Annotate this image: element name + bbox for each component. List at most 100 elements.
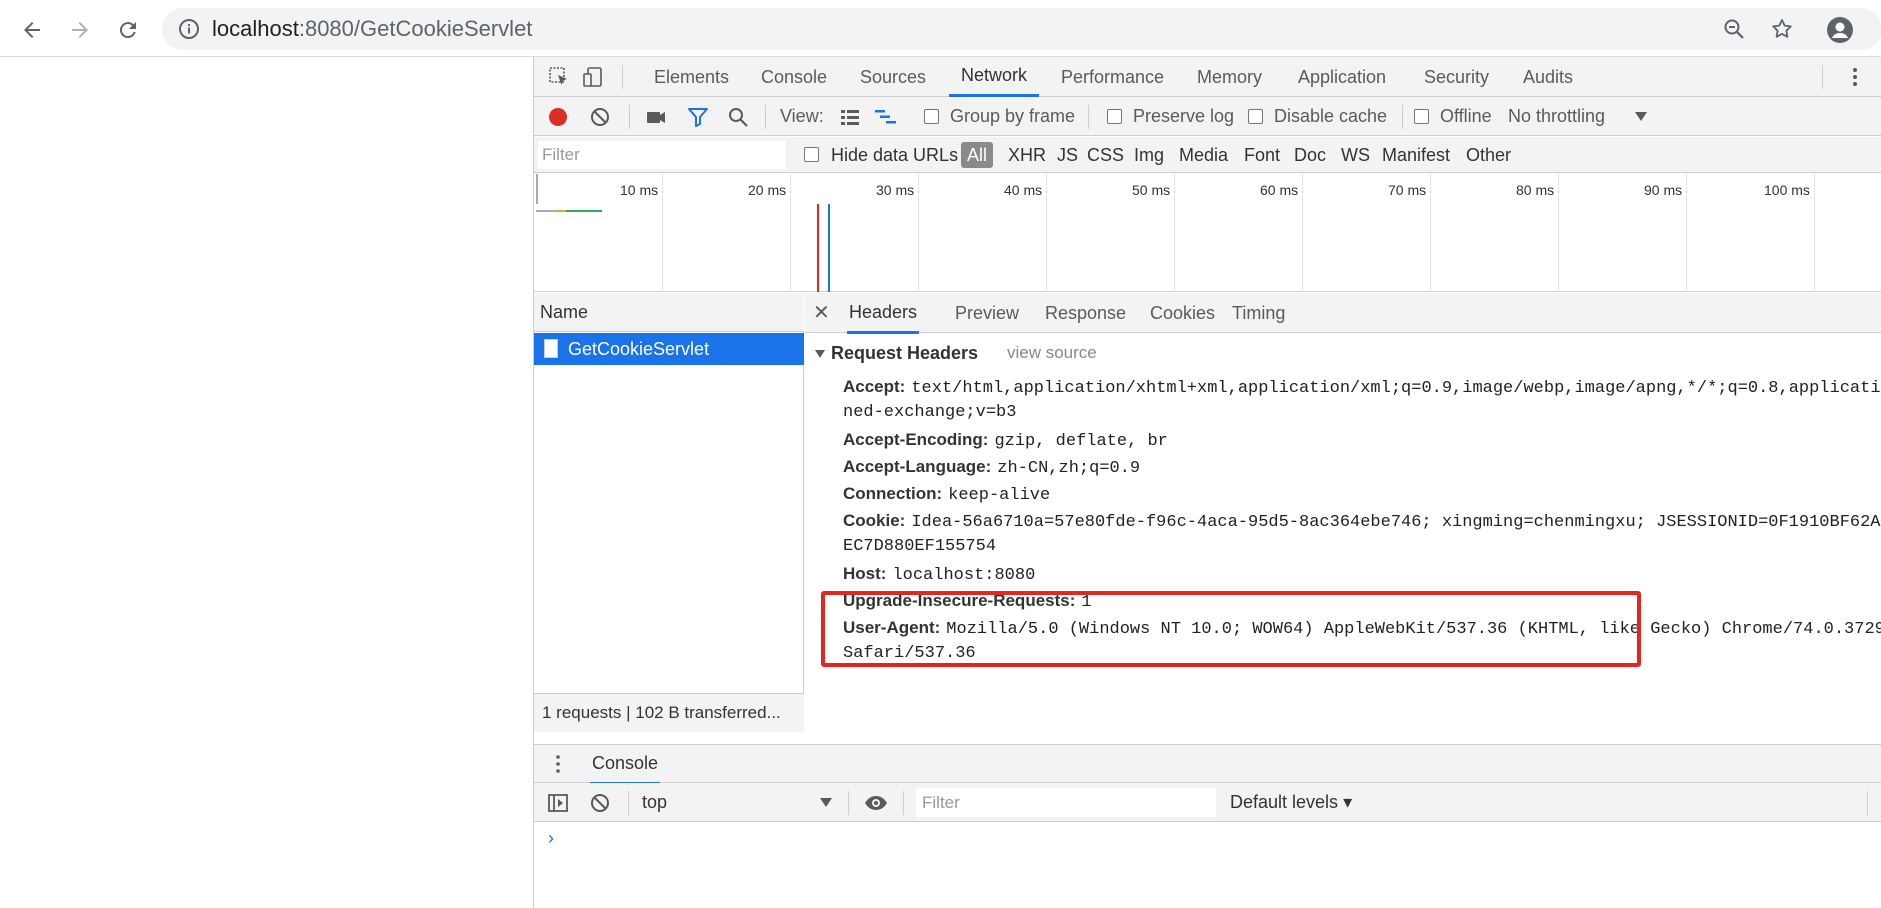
arrow-right-icon (72, 22, 88, 38)
tab-response[interactable]: Response (1045, 293, 1126, 333)
console-prompt[interactable]: › (548, 828, 554, 849)
tab-application[interactable]: Application (1298, 57, 1386, 97)
profile-avatar-icon[interactable] (1820, 10, 1860, 50)
overview-tick-label: 50 ms (1132, 182, 1171, 198)
overview-tick-label: 20 ms (748, 182, 787, 198)
info-icon[interactable] (178, 18, 200, 45)
tab-timing[interactable]: Timing (1232, 293, 1285, 333)
overview-bar-download (566, 210, 602, 212)
header-accept: Accept: text/html,application/xhtml+xml,a… (843, 377, 1881, 398)
overview-tick-label: 10 ms (620, 182, 659, 198)
filter-type-doc[interactable]: Doc (1294, 137, 1326, 173)
tab-cookies[interactable]: Cookies (1150, 293, 1215, 333)
clear-console-icon[interactable] (586, 789, 614, 817)
overview-tick-label: 30 ms (876, 182, 915, 198)
context-select[interactable]: top (642, 783, 667, 822)
overview-bar-queue (536, 210, 556, 212)
device-toolbar-icon[interactable] (579, 63, 607, 91)
divider (622, 65, 623, 89)
console-filter-input[interactable]: Filter (916, 788, 1216, 817)
overview-grid-line (1814, 174, 1815, 292)
offline-checkbox[interactable] (1414, 109, 1429, 124)
group-by-frame-label: Group by frame (950, 106, 1076, 126)
hide-data-urls-checkbox[interactable] (804, 147, 819, 162)
throttling-select[interactable]: No throttling (1508, 97, 1605, 136)
clear-icon[interactable] (586, 103, 614, 131)
list-view-icon[interactable] (836, 103, 864, 131)
request-headers-toggle[interactable]: Request Headers (815, 343, 978, 364)
filter-input[interactable]: Filter (538, 141, 786, 169)
devtools-panel: Elements Console Sources Network Perform… (534, 57, 1881, 908)
overview-tick-label: 40 ms (1004, 182, 1043, 198)
request-details: ✕ Headers Preview Response Cookies Timin… (805, 293, 1881, 732)
tab-network[interactable]: Network (949, 57, 1040, 97)
inspect-element-icon[interactable] (545, 63, 573, 91)
back-button[interactable] (12, 10, 52, 50)
waterfall-view-icon[interactable] (872, 103, 900, 131)
name-column-header[interactable]: Name (534, 293, 804, 332)
chevron-down-icon[interactable] (1635, 112, 1647, 121)
filter-type-ws[interactable]: WS (1341, 137, 1370, 173)
filter-type-manifest[interactable]: Manifest (1382, 137, 1450, 173)
tab-preview[interactable]: Preview (955, 293, 1019, 333)
log-levels-select[interactable]: Default levels ▾ (1230, 783, 1352, 822)
console-toolbar: top Filter Default levels ▾ (534, 783, 1881, 822)
filter-type-img[interactable]: Img (1134, 137, 1164, 173)
filter-bar: Filter Hide data URLs All XHR JS CSS Img… (534, 137, 1881, 173)
request-list: Name GetCookieServlet 1 requests | 102 B… (534, 293, 804, 732)
header-accept-language: Accept-Language: zh-CN,zh;q=0.9 (843, 457, 1141, 478)
filter-funnel-icon[interactable] (684, 103, 712, 131)
tab-performance[interactable]: Performance (1061, 57, 1164, 97)
triangle-down-icon (815, 350, 825, 359)
filter-type-font[interactable]: Font (1244, 137, 1280, 173)
record-icon[interactable] (544, 103, 572, 131)
preserve-log-checkbox[interactable] (1107, 109, 1122, 124)
tab-audits[interactable]: Audits (1523, 57, 1573, 97)
filter-type-other[interactable]: Other (1466, 137, 1511, 173)
zoom-icon[interactable] (1714, 9, 1754, 49)
network-overview[interactable]: 10 ms 20 ms 30 ms 40 ms 50 ms 60 ms 70 ms 80 ms… (534, 174, 1881, 292)
close-icon[interactable]: ✕ (813, 293, 830, 333)
filter-type-xhr[interactable]: XHR (1008, 137, 1046, 173)
overview-grid-line (1046, 174, 1047, 292)
overview-grid-line (1430, 174, 1431, 292)
tab-security[interactable]: Security (1424, 57, 1489, 97)
tab-console[interactable]: Console (761, 57, 827, 97)
tab-memory[interactable]: Memory (1197, 57, 1262, 97)
filter-type-css[interactable]: CSS (1087, 137, 1124, 173)
bookmark-star-icon[interactable] (1762, 9, 1802, 49)
more-options-icon[interactable] (1841, 63, 1869, 91)
cookie-highlight-box (821, 591, 1641, 667)
address-bar[interactable]: localhost:8080/GetCookieServlet (162, 8, 1881, 50)
view-source-link[interactable]: view source (1007, 343, 1097, 363)
divider (1822, 65, 1823, 89)
divider (628, 791, 629, 815)
domcontentloaded-line (828, 204, 830, 292)
filter-type-js[interactable]: JS (1057, 137, 1078, 173)
drawer-tabbar: Console (534, 744, 1881, 785)
tab-elements[interactable]: Elements (654, 57, 729, 97)
sidebar-toggle-icon[interactable] (544, 789, 572, 817)
drawer-tab-console[interactable]: Console (590, 745, 661, 785)
filter-type-media[interactable]: Media (1179, 137, 1228, 173)
arrow-left-icon (24, 22, 40, 38)
drawer-menu-icon[interactable] (556, 755, 560, 778)
header-connection: Connection: keep-alive (843, 484, 1051, 505)
header-cookie: Cookie: Idea-56a6710a=57e80fde-f96c-4aca-… (843, 511, 1881, 532)
group-by-frame-checkbox[interactable] (924, 109, 939, 124)
disable-cache-checkbox[interactable] (1248, 109, 1263, 124)
forward-button[interactable] (60, 10, 100, 50)
tab-sources[interactable]: Sources (860, 57, 926, 97)
reload-icon (119, 22, 136, 39)
request-row[interactable]: GetCookieServlet (534, 333, 804, 365)
view-label: View: (780, 106, 824, 126)
network-toolbar: View: Group by frame Preserve log Disabl… (534, 97, 1881, 136)
chevron-down-icon[interactable] (820, 798, 832, 807)
overview-grid-line (1302, 174, 1303, 292)
screenshot-camera-icon[interactable] (642, 103, 670, 131)
tab-headers[interactable]: Headers (847, 293, 920, 334)
live-expression-eye-icon[interactable] (862, 789, 890, 817)
search-icon[interactable] (724, 103, 752, 131)
reload-button[interactable] (108, 10, 148, 50)
filter-type-all[interactable]: All (961, 142, 994, 168)
